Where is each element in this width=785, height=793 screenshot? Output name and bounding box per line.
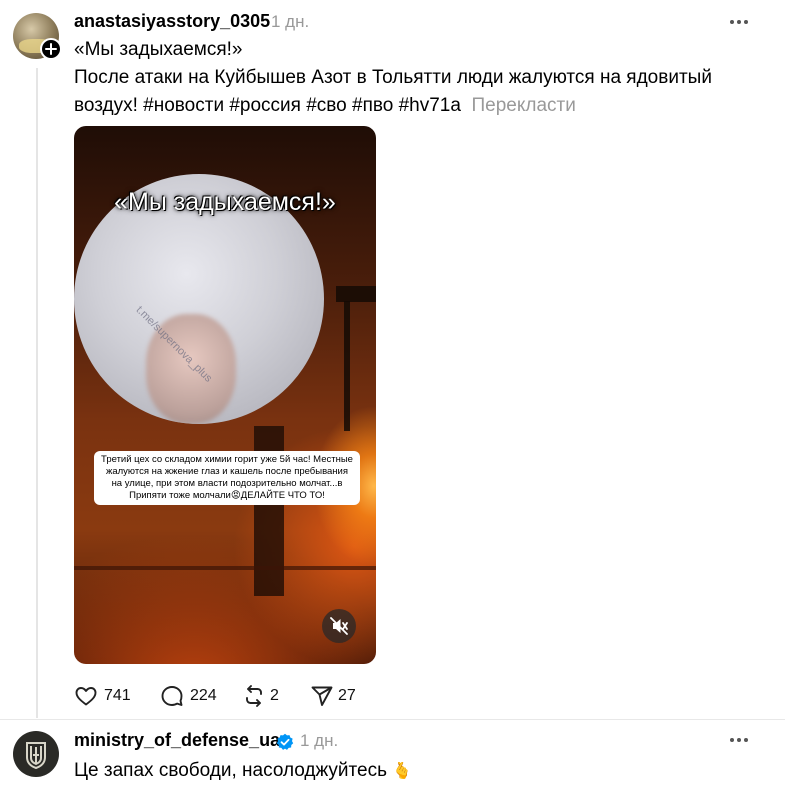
comment-count: 224 [190,687,217,704]
mute-button[interactable] [322,609,356,643]
post-text-line: «Мы задыхаемся!» [74,39,243,60]
video-headline: «Мы задыхаемся!» [114,188,336,216]
heart-icon [75,687,97,706]
dark-structure [74,566,376,570]
post-anastasiyasstory: anastasiyasstory_0305 1 дн. «Мы задыхаем… [0,0,785,720]
repost-icon [246,685,262,707]
post-text-line: После атаки на Куйбышев Азот в Тольятти … [74,67,712,88]
follow-plus-icon[interactable] [40,38,62,60]
video-caption: Третий цех со складом химии горит уже 5й… [94,451,360,505]
send-icon [311,686,333,706]
share-count: 27 [338,687,356,704]
more-options-icon[interactable] [725,730,755,750]
post-text-line: воздух! #новости #россия #сво #пво #hv71… [74,92,764,120]
post-text-body: Це запах свободи, насолоджуйтесь [74,760,387,781]
username[interactable]: anastasiyasstory_0305 [74,11,270,32]
thread-line [36,68,38,718]
dark-structure [336,286,376,302]
ministry-emblem-icon [26,742,46,770]
post-time[interactable]: 1 дн. [300,731,338,751]
like-button[interactable]: 741 [74,684,134,708]
verified-badge-icon [276,733,294,751]
post-time[interactable]: 1 дн. [271,12,309,32]
like-count: 741 [104,687,131,704]
more-options-icon[interactable] [725,12,755,32]
username[interactable]: ministry_of_defense_ua [74,730,280,751]
repost-button[interactable]: 2 [242,684,282,708]
translate-link[interactable]: Перекласти [472,95,576,116]
share-button[interactable]: 27 [310,684,360,708]
speaker-muted-icon [330,617,348,635]
comment-button[interactable]: 224 [160,684,220,708]
emoji: 🫰 [392,763,413,780]
comment-icon [161,686,183,706]
post-video[interactable]: t.me/supernova_plus «Мы задыхаемся!» Тре… [74,126,376,664]
post-text: Це запах свободи, насолоджуйтесь 🫰 [74,757,764,786]
post-ministry-of-defense: ministry_of_defense_ua 1 дн. Це запах св… [0,720,785,793]
hashtags-text: воздух! #новости #россия #сво #пво #hv71… [74,95,461,116]
avatar-ministry-of-defense[interactable] [13,731,59,777]
repost-count: 2 [270,687,279,704]
post-text: «Мы задыхаемся!» После атаки на Куйбышев… [74,36,764,120]
dark-structure [344,301,350,431]
